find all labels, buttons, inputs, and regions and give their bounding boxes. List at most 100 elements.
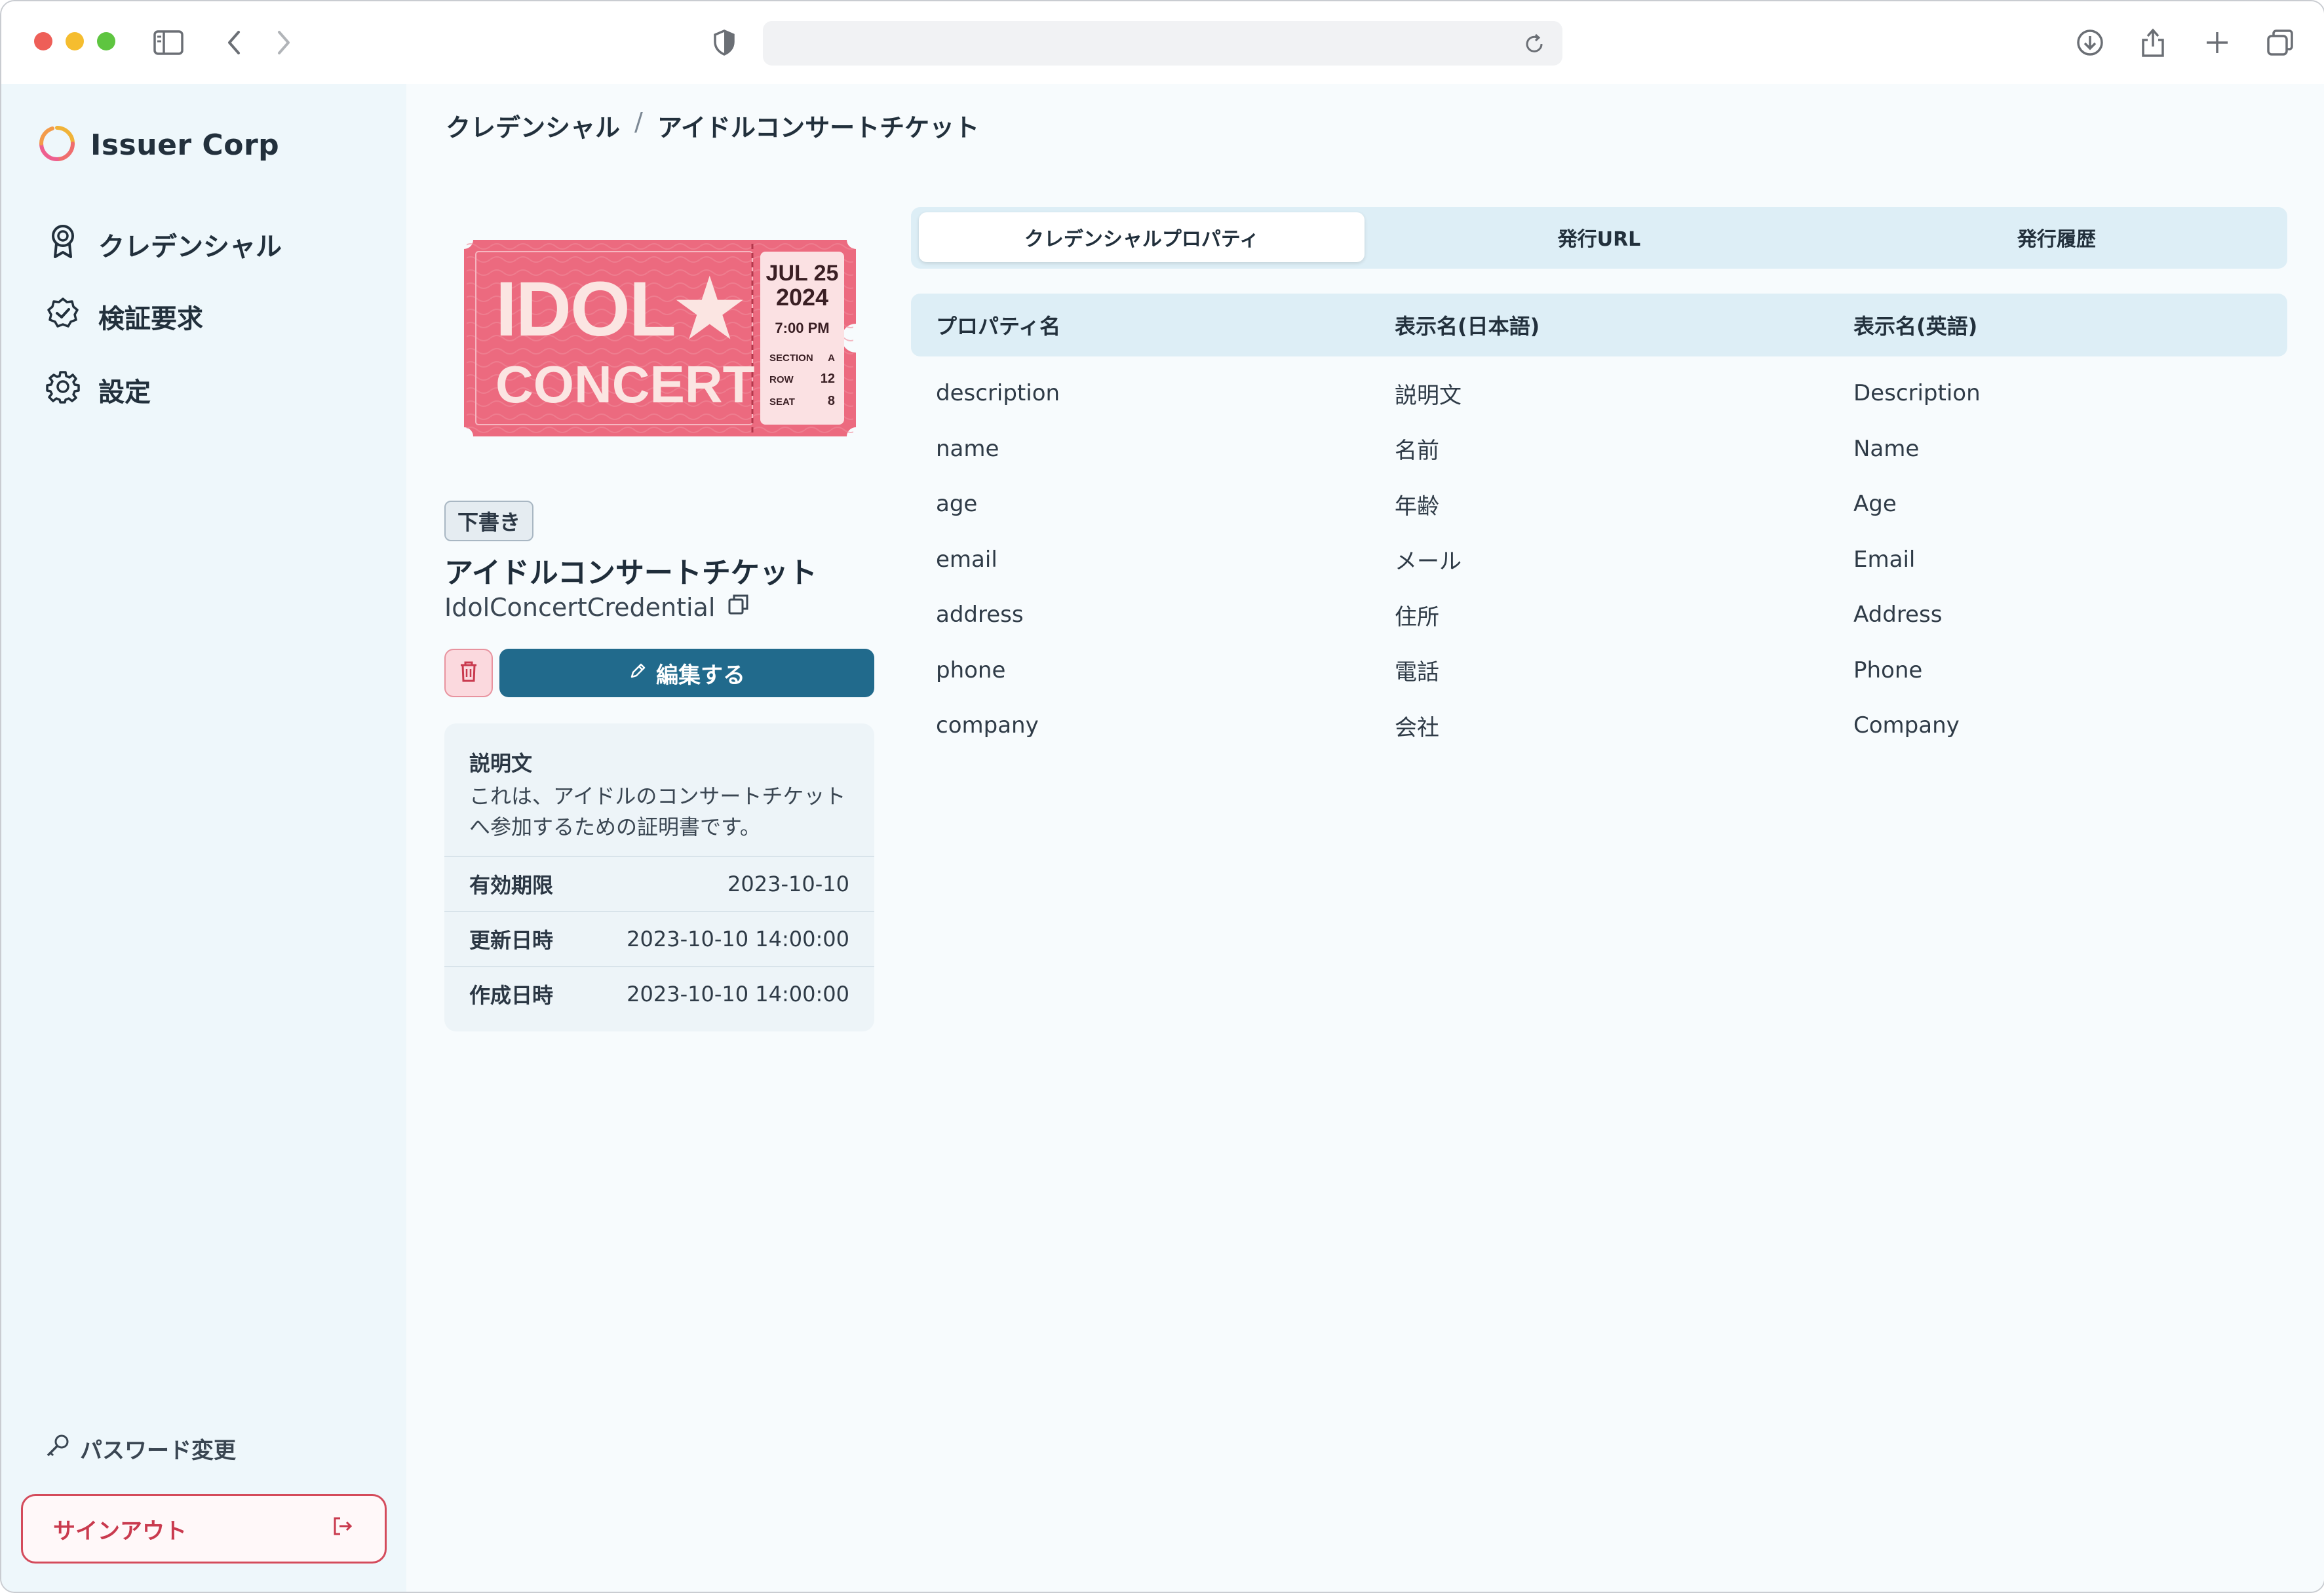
edit-button[interactable]: 編集する — [499, 649, 874, 697]
sidebar-item-verification[interactable]: 検証要求 — [46, 296, 203, 337]
info-row-value: 2023-10-10 — [727, 872, 849, 896]
credential-ticket-image: IDOL★ CONCERT JUL 25 2024 7:00 PM SECTIO… — [464, 240, 856, 436]
table-header: プロパティ名 表示名(日本語) 表示名(英語) — [911, 294, 2287, 356]
minimize-window-button[interactable] — [66, 32, 84, 50]
credential-title: アイドルコンサートチケット — [444, 556, 817, 590]
table-cell: 会社 — [1395, 714, 1439, 741]
new-tab-icon[interactable] — [2199, 25, 2235, 60]
breadcrumb: クレデンシャル / アイドルコンサートチケット — [446, 107, 979, 144]
status-badge: 下書き — [444, 501, 534, 541]
table-cell: Address — [1853, 602, 1943, 628]
verified-icon — [46, 296, 80, 337]
pencil-icon — [629, 660, 647, 686]
description-text: これは、アイドルのコンサートチケットへ参加するための証明書です。 — [469, 784, 846, 839]
back-icon[interactable] — [216, 25, 252, 60]
ticket-line1: IDOL★ — [495, 266, 743, 353]
credential-info-card: 説明文 これは、アイドルのコンサートチケットへ参加するための証明書です。 有効期… — [444, 723, 874, 1031]
ticket-date: JUL 25 — [766, 261, 839, 286]
credential-id: IdolConcertCredential — [444, 592, 750, 622]
tab-issue-url[interactable]: 発行URL — [1376, 212, 1822, 262]
ticket-row-label: ROW — [769, 374, 794, 385]
signout-label: サインアウト — [53, 1518, 187, 1545]
brand[interactable]: Issuer Corp — [38, 125, 279, 165]
trash-icon — [459, 661, 478, 685]
main-content: クレデンシャル / アイドルコンサートチケット IDOL★ CONCERT JU… — [406, 84, 2324, 1592]
info-row-expiry: 有効期限 2023-10-10 — [444, 856, 874, 911]
table-row: description 説明文 Description — [911, 366, 2287, 421]
info-row-value: 2023-10-10 14:00:00 — [627, 982, 849, 1007]
gear-icon — [46, 370, 80, 410]
sidebar-item-label: クレデンシャル — [98, 232, 282, 262]
table-cell: description — [936, 380, 1060, 406]
zoom-window-button[interactable] — [97, 32, 115, 50]
sidebar-toggle-icon[interactable] — [151, 25, 186, 60]
table-cell: Name — [1853, 435, 1920, 462]
shield-icon[interactable] — [707, 25, 742, 60]
close-window-button[interactable] — [34, 32, 52, 50]
credential-id-text: IdolConcertCredential — [444, 592, 716, 622]
table-cell: 住所 — [1395, 604, 1439, 630]
table-row: address 住所 Address — [911, 587, 2287, 642]
description-block: 説明文 これは、アイドルのコンサートチケットへ参加するための証明書です。 — [469, 747, 856, 843]
ticket-line2: CONCERT — [495, 355, 755, 413]
table-cell: email — [936, 546, 997, 573]
table-cell: Phone — [1853, 657, 1923, 683]
table-row: age 年齢 Age — [911, 476, 2287, 531]
sidebar: Issuer Corp クレデンシャル 検証要求 設定 パスワード変更 サインア… — [1, 84, 406, 1592]
table-cell: 電話 — [1395, 659, 1439, 685]
download-icon[interactable] — [2072, 25, 2108, 60]
ticket-time: 7:00 PM — [775, 320, 829, 336]
badge-icon — [46, 223, 80, 266]
breadcrumb-separator: / — [634, 107, 643, 136]
table-cell: address — [936, 602, 1024, 628]
table-row: phone 電話 Phone — [911, 643, 2287, 698]
logout-icon — [331, 1514, 355, 1544]
ticket-seat-value: 8 — [828, 394, 835, 408]
signout-button[interactable]: サインアウト — [21, 1494, 387, 1564]
edit-button-label: 編集する — [656, 662, 745, 689]
share-icon[interactable] — [2135, 25, 2171, 60]
breadcrumb-root[interactable]: クレデンシャル — [446, 107, 620, 144]
info-row-label: 有効期限 — [469, 873, 554, 898]
table-cell: Age — [1853, 491, 1897, 517]
copy-icon[interactable] — [727, 592, 750, 622]
ticket-section-label: SECTION — [769, 353, 813, 364]
info-row-value: 2023-10-10 14:00:00 — [627, 927, 849, 951]
info-row-updated: 更新日時 2023-10-10 14:00:00 — [444, 911, 874, 966]
browser-titlebar — [1, 1, 2324, 85]
tab-credential-properties[interactable]: クレデンシャルプロパティ — [919, 212, 1365, 262]
ticket-row-value: 12 — [821, 372, 835, 386]
table-cell: 名前 — [1395, 438, 1439, 464]
table-cell: Email — [1853, 546, 1916, 573]
table-cell: Company — [1853, 712, 1960, 739]
ticket-seat-label: SEAT — [769, 396, 795, 408]
table-cell: age — [936, 491, 978, 517]
ticket-section-value: A — [828, 353, 835, 364]
table-cell: company — [936, 712, 1039, 739]
table-row: email メール Email — [911, 532, 2287, 587]
tab-overview-icon[interactable] — [2262, 25, 2298, 60]
forward-icon[interactable] — [266, 25, 301, 60]
ticket-year: 2024 — [776, 284, 828, 311]
description-label: 説明文 — [469, 751, 533, 776]
key-icon — [45, 1432, 71, 1465]
password-change-link[interactable]: パスワード変更 — [45, 1432, 236, 1465]
column-header-property: プロパティ名 — [936, 314, 1061, 339]
sidebar-item-credentials[interactable]: クレデンシャル — [46, 223, 282, 266]
table-row: company 会社 Company — [911, 698, 2287, 753]
info-row-created: 作成日時 2023-10-10 14:00:00 — [444, 966, 874, 1021]
table-cell: メール — [1395, 548, 1462, 575]
delete-button[interactable] — [444, 649, 493, 697]
brand-name: Issuer Corp — [90, 128, 280, 162]
password-change-label: パスワード変更 — [80, 1438, 236, 1464]
tab-bar: クレデンシャルプロパティ 発行URL 発行履歴 — [911, 207, 2287, 269]
reload-icon[interactable] — [1517, 26, 1552, 62]
tab-issue-history[interactable]: 発行履歴 — [1834, 212, 2279, 262]
sidebar-item-label: 検証要求 — [98, 304, 203, 334]
sidebar-item-settings[interactable]: 設定 — [46, 370, 151, 410]
table-cell: 年齢 — [1395, 493, 1439, 520]
table-cell: 説明文 — [1395, 382, 1462, 409]
address-bar[interactable] — [763, 21, 1562, 66]
table-cell: Description — [1853, 380, 1981, 406]
info-row-label: 更新日時 — [469, 928, 554, 953]
